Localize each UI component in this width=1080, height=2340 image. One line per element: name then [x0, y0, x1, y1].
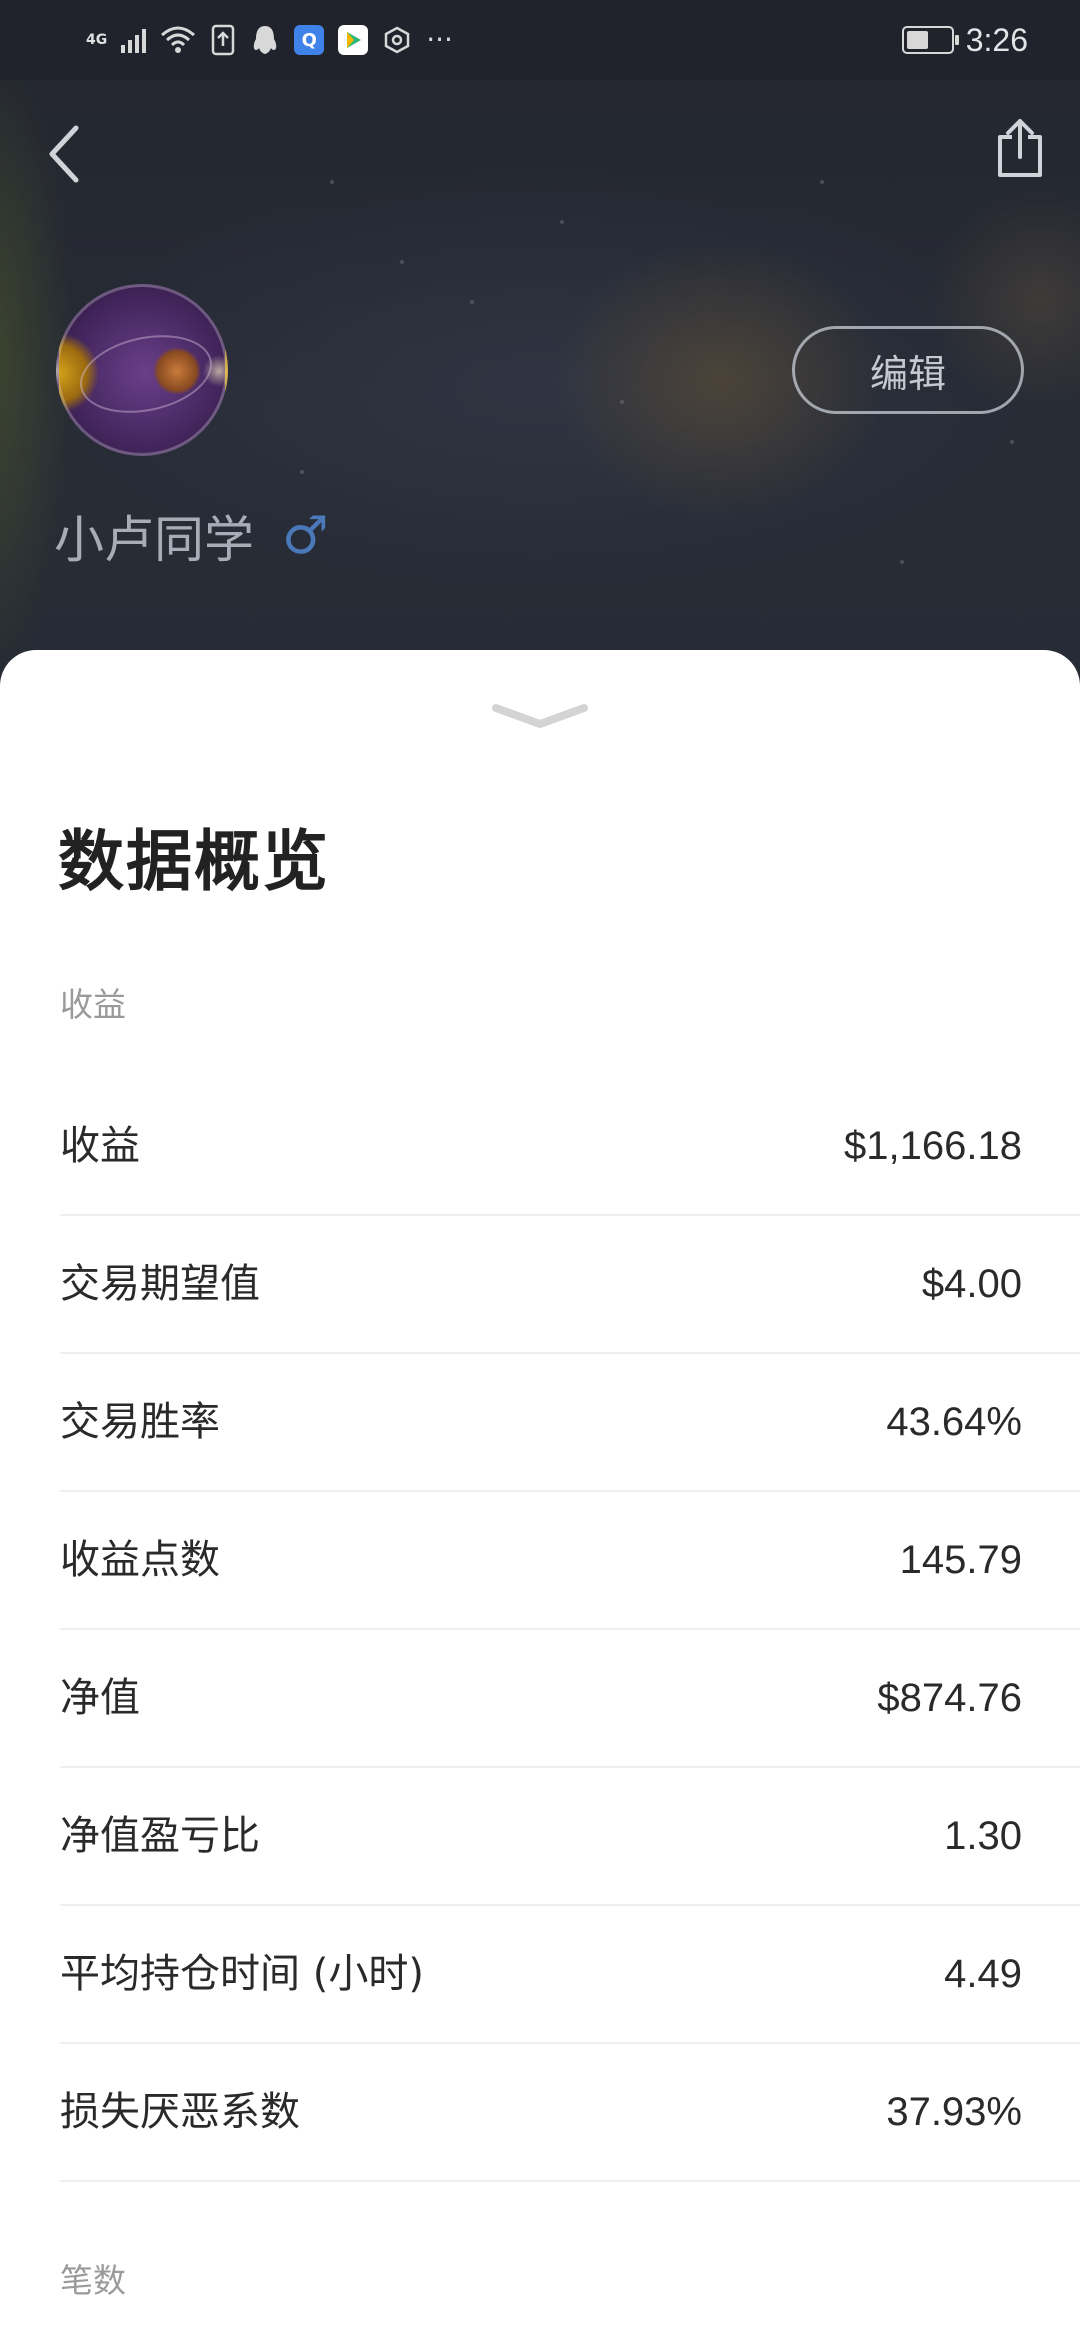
male-gender-icon: ♂ [282, 506, 329, 566]
stat-value: 145.79 [899, 1538, 1022, 1582]
stat-value: 4.49 [944, 1952, 1022, 1996]
stat-label: 净值 [60, 1675, 140, 1721]
stat-row-avg-holding-time[interactable]: 平均持仓时间 (小时) 4.49 [60, 1906, 1080, 2044]
video-app-icon [338, 25, 369, 55]
stat-value: 1.30 [944, 1814, 1022, 1858]
username: 小卢同学 [54, 511, 254, 569]
battery-level [906, 31, 929, 49]
stat-value: $4.00 [921, 1262, 1022, 1306]
status-bar: 4G Q ··· 3:26 [0, 0, 1080, 80]
qq-app-icon [253, 26, 277, 54]
share-icon [998, 119, 1042, 177]
collapse-sheet-handle[interactable] [490, 698, 590, 738]
chevron-left-icon [49, 125, 79, 183]
stat-value: 43.64% [886, 1400, 1022, 1444]
stat-value: $874.76 [877, 1676, 1022, 1720]
username-row: 小卢同学 ♂ [54, 500, 329, 572]
stat-row-loss-aversion[interactable]: 损失厌恶系数 37.93% [60, 2044, 1080, 2182]
stat-label: 净值盈亏比 [60, 1813, 260, 1859]
stat-row-win-rate[interactable]: 交易胜率 43.64% [60, 1354, 1080, 1492]
stat-row-profit-loss-ratio[interactable]: 净值盈亏比 1.30 [60, 1768, 1080, 1906]
section-label-trade-count: 笔数 [60, 2261, 126, 2300]
status-bar-right: 3:26 [901, 18, 1028, 62]
stat-label: 收益点数 [60, 1537, 220, 1583]
stat-row-expected-value[interactable]: 交易期望值 $4.00 [60, 1216, 1080, 1354]
battery-icon [901, 26, 959, 54]
network-type: 4G [86, 32, 108, 48]
stat-label: 损失厌恶系数 [60, 2089, 300, 2135]
hexagon-app-icon [384, 26, 410, 54]
stat-label: 平均持仓时间 (小时) [60, 1951, 424, 1997]
stat-label: 交易期望值 [60, 1261, 260, 1307]
back-button[interactable] [36, 118, 92, 190]
chevron-down-icon [492, 704, 588, 728]
upload-notification-icon [211, 24, 235, 56]
data-overview-sheet: 数据概览 收益 收益 $1,166.18 交易期望值 $4.00 交易胜率 43… [0, 650, 1080, 2340]
avatar[interactable] [56, 284, 228, 456]
avatar-decoration [72, 323, 220, 425]
browser-app-icon: Q [294, 25, 325, 55]
sheet-title: 数据概览 [58, 823, 330, 900]
stat-row-net-value[interactable]: 净值 $874.76 [60, 1630, 1080, 1768]
status-time: 3:26 [965, 21, 1028, 58]
section-label-earnings: 收益 [60, 985, 126, 1024]
stat-value: 37.93% [886, 2090, 1022, 2134]
wifi-icon [161, 26, 196, 53]
stat-value: $1,166.18 [844, 1124, 1022, 1168]
stat-row-points[interactable]: 收益点数 145.79 [60, 1492, 1080, 1630]
stat-label: 收益 [60, 1123, 140, 1169]
share-button[interactable] [988, 112, 1052, 184]
stat-label: 交易胜率 [60, 1399, 220, 1445]
cell-signal-icon [121, 27, 147, 53]
stat-row-earnings[interactable]: 收益 $1,166.18 [60, 1078, 1080, 1216]
edit-profile-button[interactable]: 编辑 [792, 326, 1024, 414]
more-notifications-icon: ··· [426, 23, 453, 56]
status-bar-left: 4G Q ··· [86, 18, 453, 62]
